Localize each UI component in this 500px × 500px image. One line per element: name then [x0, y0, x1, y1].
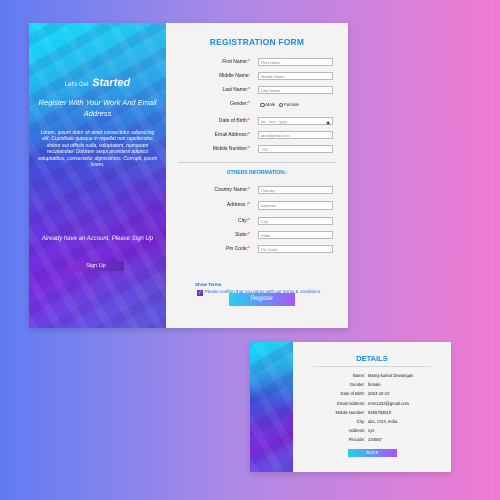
detail-key: Address:	[348, 428, 365, 434]
detail-key: Mobile Number:	[335, 409, 365, 415]
details-title: DETAILS	[356, 354, 388, 363]
detail-row: Name: Manoj kumar Dewangan	[293, 372, 451, 379]
lets-get-text: Let's Get	[64, 82, 89, 88]
mobile-label: Mobile Number:*	[212, 146, 250, 152]
pincode-label: Pin Code:*	[226, 246, 250, 252]
detail-key: Email Address:	[337, 400, 365, 406]
detail-value: mrm1234@gmail.com	[368, 400, 410, 406]
country-row: Country Name:* Country	[166, 186, 348, 195]
male-label: Male	[265, 102, 276, 107]
account-prompt: Already have an Account, Please Sign Up	[41, 236, 154, 242]
detail-key: City:	[356, 419, 365, 424]
gender-options: Male Female	[260, 100, 299, 109]
register-heading: Register With Your Work And Email Addres…	[38, 98, 157, 118]
first-name-label: First Name:*	[222, 59, 250, 65]
detail-key: Pincode:	[348, 437, 365, 443]
gender-label: Gender:*	[229, 101, 250, 107]
detail-value: female	[368, 382, 381, 388]
detail-value: 234567	[368, 437, 382, 443]
form-title: REGISTRATION FORM	[209, 37, 305, 47]
detail-value: 9455782510	[368, 409, 392, 415]
started-text: Started	[92, 77, 131, 89]
pincode-row: Pin Code:* Pin Code	[166, 245, 348, 254]
mobile-row: Mobile Number:* +91	[166, 145, 348, 154]
email-label: Email Address:*	[214, 132, 250, 138]
section-divider	[178, 162, 336, 163]
signup-button[interactable]: Sign Up	[68, 261, 124, 271]
back-button[interactable]: BACK	[348, 449, 397, 457]
address-row: Address :* Address	[166, 201, 348, 210]
registration-form: REGISTRATION FORM First Name:* First Nam…	[166, 23, 348, 328]
female-label: Female	[284, 102, 300, 107]
email-row: Email Address:* abc@gmail.com	[166, 131, 348, 140]
last-name-row: Last Name:* Last Name	[166, 86, 348, 95]
detail-value: 2024-10-10	[368, 391, 390, 397]
detail-key: Name:	[352, 373, 365, 378]
middle-name-input[interactable]: Middle Name	[258, 72, 333, 80]
detail-row: Address: xyz	[293, 427, 451, 434]
last-name-label: Last Name:*	[222, 87, 250, 93]
email-input[interactable]: abc@gmail.com	[258, 131, 333, 139]
details-side-panel	[250, 342, 293, 472]
detail-value: Manoj kumar Dewangan	[368, 373, 414, 378]
lorem-paragraph: Lorem, ipsum dolor sit amet consectetur …	[37, 130, 158, 169]
state-row: State:* State	[166, 231, 348, 240]
register-button[interactable]: Register	[229, 293, 295, 306]
state-input[interactable]: State	[258, 231, 333, 239]
dob-input[interactable]: dd - mm - yyyy ▣	[258, 117, 333, 125]
dob-row: Date of Birth:* dd - mm - yyyy ▣	[166, 117, 348, 126]
country-label: Country Name:*	[214, 187, 250, 193]
mobile-input[interactable]: +91	[258, 145, 333, 153]
detail-key: Date of Birth:	[340, 391, 365, 397]
detail-value: abc, CG4, India	[368, 419, 398, 424]
show-terms-link[interactable]: Show Terms	[195, 282, 221, 287]
details-panel: DETAILS Name: Manoj kumar Dewangan Gender:…	[293, 342, 451, 472]
detail-row: Gender: female	[293, 381, 451, 388]
male-radio[interactable]	[260, 102, 265, 107]
city-input[interactable]: City	[258, 217, 333, 225]
others-info-title: OTHERS INFORMATION:-	[226, 170, 288, 176]
registration-card: Let's Get Started Register With Your Wor…	[29, 23, 348, 328]
middle-name-label: Middle Name:	[219, 73, 250, 79]
checkmark-icon[interactable]: ✓	[197, 290, 203, 296]
dob-label: Date of Birth:*	[218, 118, 250, 124]
last-name-input[interactable]: Last Name	[258, 86, 333, 94]
female-radio[interactable]	[278, 102, 284, 107]
city-row: City:* City	[166, 217, 348, 226]
detail-row: City: abc, CG4, India	[293, 418, 451, 425]
detail-row: Mobile Number: 9455782510	[293, 409, 451, 416]
middle-name-row: Middle Name: Middle Name	[166, 72, 348, 81]
detail-row: Date of Birth: 2024-10-10	[293, 390, 451, 397]
pincode-input[interactable]: Pin Code	[258, 245, 333, 253]
welcome-side-panel: Let's Get Started Register With Your Wor…	[29, 23, 166, 328]
first-name-input[interactable]: First Name	[258, 58, 333, 66]
detail-row: Email Address: mrm1234@gmail.com	[293, 400, 451, 407]
calendar-icon[interactable]: ▣	[326, 119, 330, 126]
detail-key: Gender:	[349, 382, 365, 388]
first-name-row: First Name:* First Name	[166, 58, 348, 67]
address-textarea[interactable]: Address	[258, 201, 333, 210]
address-label: Address :*	[226, 202, 250, 208]
details-card: DETAILS Name: Manoj kumar Dewangan Gender:…	[250, 342, 451, 472]
detail-row: Pincode: 234567	[293, 436, 451, 443]
detail-value: xyz	[368, 428, 375, 434]
details-divider	[313, 366, 431, 367]
gender-row: Gender:* Male Female	[166, 100, 348, 109]
lets-get-started-heading: Let's Get Started	[29, 77, 166, 89]
city-label: City:*	[238, 218, 250, 224]
country-input[interactable]: Country	[258, 186, 333, 194]
state-label: State:*	[234, 232, 250, 238]
